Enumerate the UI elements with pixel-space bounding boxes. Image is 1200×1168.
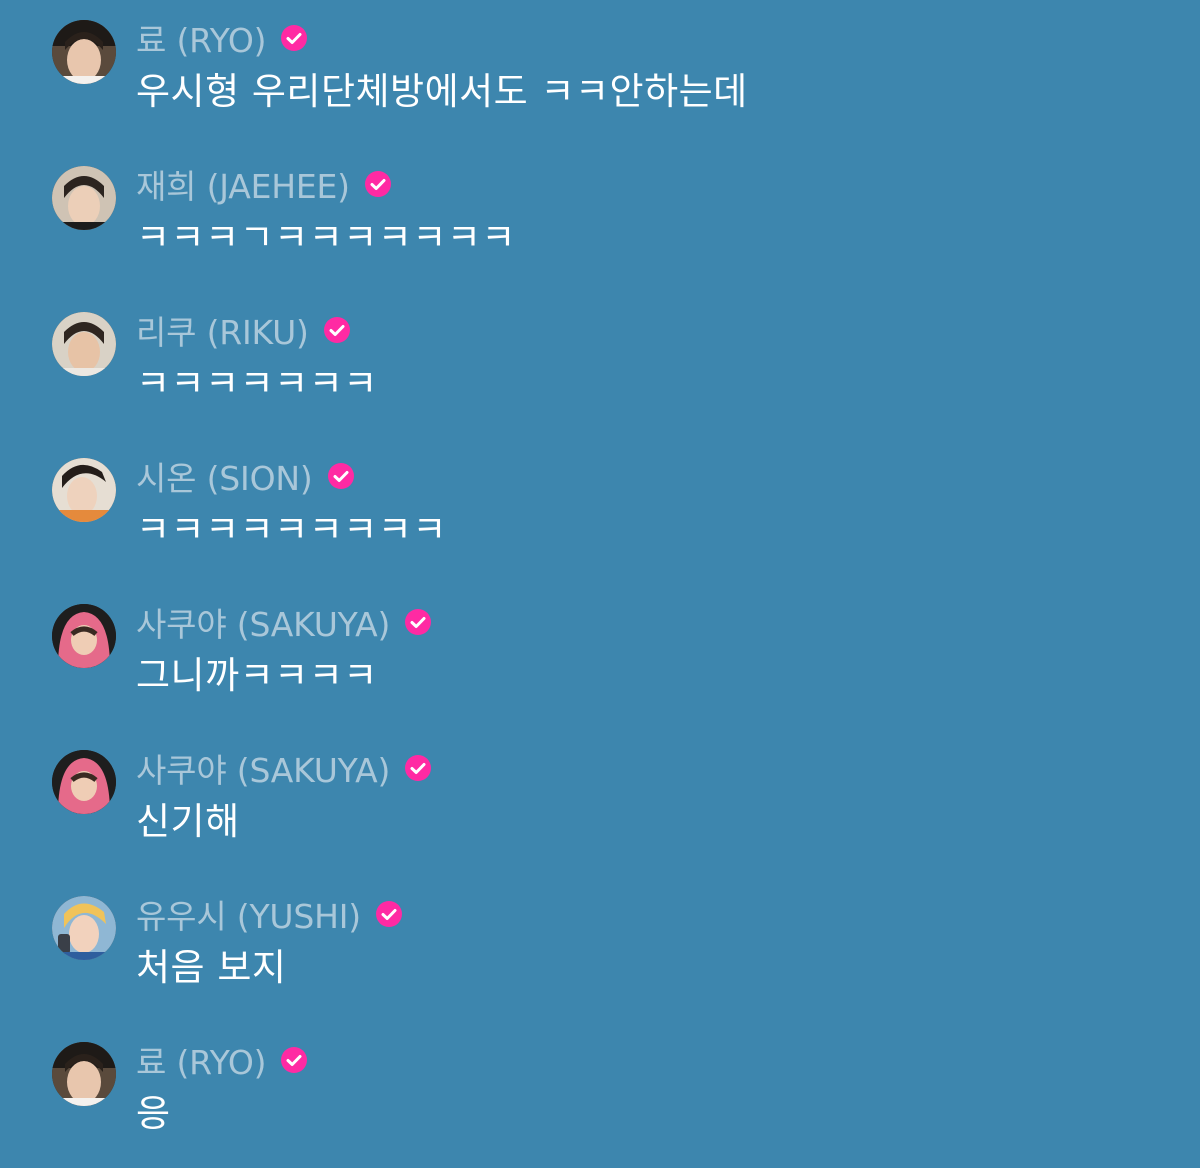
- username[interactable]: 료 (RYO): [136, 1036, 267, 1084]
- user-avatar[interactable]: [52, 1042, 116, 1106]
- verified-check-icon: [404, 608, 432, 636]
- chat-message: 사쿠야 (SAKUYA) 신기해: [0, 730, 1200, 876]
- message-text: 응: [136, 1092, 171, 1135]
- username[interactable]: 사쿠야 (SAKUYA): [136, 598, 390, 646]
- user-avatar[interactable]: [52, 750, 116, 814]
- verified-check-icon: [280, 1046, 308, 1074]
- user-avatar[interactable]: [52, 20, 116, 84]
- message-text: 우시형 우리단체방에서도 ㅋㅋ안하는데: [136, 70, 748, 113]
- verified-check-icon: [404, 754, 432, 782]
- username[interactable]: 재희 (JAEHEE): [136, 160, 350, 208]
- verified-check-icon: [364, 170, 392, 198]
- chat-message: 재희 (JAEHEE) ㅋㅋㅋㄱㅋㅋㅋㅋㅋㅋㅋ: [0, 146, 1200, 292]
- chat-message-list: 료 (RYO) 우시형 우리단체방에서도 ㅋㅋ안하는데 재희 (JAEHEE) …: [0, 0, 1200, 1165]
- username[interactable]: 리쿠 (RIKU): [136, 306, 309, 354]
- user-avatar[interactable]: [52, 312, 116, 376]
- verified-check-icon: [375, 900, 403, 928]
- verified-check-icon: [280, 24, 308, 52]
- user-avatar[interactable]: [52, 896, 116, 960]
- chat-message: 리쿠 (RIKU) ㅋㅋㅋㅋㅋㅋㅋ: [0, 292, 1200, 438]
- user-avatar[interactable]: [52, 604, 116, 668]
- chat-message: 유우시 (YUSHI) 처음 보지: [0, 876, 1200, 1022]
- verified-check-icon: [327, 462, 355, 490]
- message-text: ㅋㅋㅋㅋㅋㅋㅋ: [136, 362, 378, 405]
- user-avatar[interactable]: [52, 458, 116, 522]
- chat-message: 료 (RYO) 우시형 우리단체방에서도 ㅋㅋ안하는데: [0, 0, 1200, 146]
- chat-message: 사쿠야 (SAKUYA) 그니까ㅋㅋㅋㅋ: [0, 584, 1200, 730]
- message-text: ㅋㅋㅋㅋㅋㅋㅋㅋㅋ: [136, 508, 447, 551]
- message-text: 신기해: [136, 800, 240, 843]
- message-text: 그니까ㅋㅋㅋㅋ: [136, 654, 378, 697]
- username[interactable]: 유우시 (YUSHI): [136, 890, 361, 938]
- chat-message: 시온 (SION) ㅋㅋㅋㅋㅋㅋㅋㅋㅋ: [0, 438, 1200, 584]
- username[interactable]: 사쿠야 (SAKUYA): [136, 744, 390, 792]
- username[interactable]: 시온 (SION): [136, 452, 313, 500]
- message-text: ㅋㅋㅋㄱㅋㅋㅋㅋㅋㅋㅋ: [136, 216, 516, 259]
- chat-message: 료 (RYO) 응: [0, 1022, 1200, 1168]
- user-avatar[interactable]: [52, 166, 116, 230]
- username[interactable]: 료 (RYO): [136, 14, 267, 62]
- verified-check-icon: [323, 316, 351, 344]
- message-text: 처음 보지: [136, 946, 287, 989]
